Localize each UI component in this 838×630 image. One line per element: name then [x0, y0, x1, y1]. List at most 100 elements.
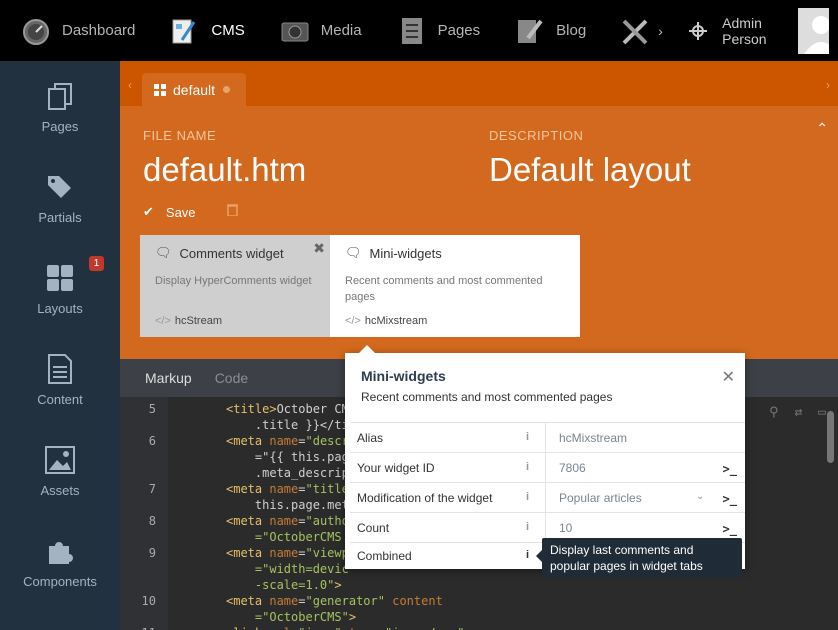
- chevron-down-icon: ⌄: [696, 491, 705, 502]
- tab-code[interactable]: Code: [215, 370, 248, 386]
- components-puzzle-icon: [44, 534, 76, 568]
- property-value: 7806: [559, 461, 586, 475]
- property-label: Count: [357, 521, 390, 535]
- info-icon[interactable]: i: [526, 521, 529, 533]
- sidebar-item-label: Assets: [40, 483, 80, 498]
- code-icon: </>: [155, 315, 171, 327]
- tab-scroll-left[interactable]: ‹: [128, 78, 132, 92]
- user-menu[interactable]: Admin Person: [714, 0, 838, 61]
- comments-icon: 🗨: [345, 245, 362, 260]
- sidebar-item-layouts[interactable]: Layouts 1: [0, 243, 120, 334]
- line-number: 6: [148, 434, 156, 448]
- code-text: <meta name="title: [226, 482, 349, 496]
- code-text: <title>October CM: [226, 402, 349, 416]
- code-text: ="OctoberCMS">: [226, 610, 357, 624]
- save-label: Save: [165, 204, 196, 220]
- nav-more-chevron[interactable]: ›: [658, 23, 676, 39]
- sidebar: Pages Partials Layouts 1 Content Assets …: [0, 61, 120, 630]
- nav-blog[interactable]: Blog: [494, 0, 600, 61]
- nav-settings[interactable]: ›: [600, 0, 682, 61]
- code-text: ="width=devic: [226, 562, 349, 576]
- component-alias-text: hcMixstream: [364, 315, 428, 327]
- sidebar-item-assets[interactable]: Assets: [0, 425, 120, 516]
- tab-default[interactable]: default: [142, 73, 246, 106]
- component-comments-widget[interactable]: 🗨 Comments widget Display HyperComments w…: [140, 235, 330, 337]
- code-text: ="OctoberCMS: [226, 530, 342, 544]
- sidebar-item-label: Content: [37, 392, 83, 407]
- pages-checklist-icon: [396, 15, 428, 47]
- code-text: <link rel="icon" type="image/png": [226, 625, 465, 630]
- sidebar-item-pages[interactable]: Pages: [0, 61, 120, 152]
- code-text: this.page.met: [226, 498, 349, 512]
- sidebar-item-label: Components: [23, 574, 97, 589]
- blog-pencil-icon: [514, 15, 546, 47]
- info-icon[interactable]: i: [526, 549, 529, 561]
- save-button[interactable]: ✔ Save: [143, 204, 196, 220]
- inspector-close-icon[interactable]: ✕: [722, 367, 735, 387]
- line-number: 7: [148, 482, 156, 496]
- component-title: Mini-widgets: [369, 245, 442, 261]
- property-alias: Alias i hcMixstream: [350, 422, 745, 453]
- component-mini-widgets[interactable]: 🗨 Mini-widgets Recent comments and most c…: [330, 235, 580, 337]
- pages-icon: [44, 79, 76, 113]
- property-label: Modification of the widget: [357, 491, 493, 505]
- code-line: 10 <meta name="generator" content: [120, 593, 838, 609]
- file-name-input[interactable]: default.htm: [143, 151, 306, 189]
- line-number: 11: [120, 625, 156, 630]
- alias-input[interactable]: hcMixstream: [545, 423, 745, 453]
- info-icon[interactable]: i: [526, 461, 529, 473]
- terminal-button[interactable]: >_: [723, 462, 737, 476]
- avatar[interactable]: [797, 7, 829, 54]
- comments-icon: 🗨: [155, 245, 172, 260]
- remove-component-close-icon[interactable]: ✖: [313, 240, 325, 257]
- code-text: -scale=1.0">: [226, 578, 342, 592]
- nav-cms[interactable]: CMS: [149, 0, 258, 61]
- nav-dashboard[interactable]: Dashboard: [0, 0, 149, 61]
- partials-tags-icon: [44, 170, 76, 204]
- file-name-label: FILE NAME: [143, 128, 217, 143]
- inspector-subtitle: Recent comments and most commented pages: [361, 390, 613, 404]
- property-label: Combined: [357, 549, 412, 563]
- sidebar-item-label: Partials: [38, 210, 82, 225]
- property-modification: Modification of the widget i Popular art…: [350, 482, 745, 513]
- tab-label: default: [173, 81, 216, 98]
- description-input[interactable]: Default layout: [489, 151, 691, 189]
- property-value: 10: [559, 521, 573, 535]
- terminal-button[interactable]: >_: [723, 522, 737, 536]
- nav-cms-label: CMS: [211, 22, 245, 39]
- delete-trash-icon[interactable]: [227, 203, 238, 219]
- nav-media[interactable]: Media: [259, 0, 376, 61]
- modification-select[interactable]: Popular articles ⌄ >_: [545, 483, 745, 513]
- code-text: .meta_descrip: [226, 466, 349, 480]
- code-text: <meta name="autho: [226, 514, 349, 528]
- property-label: Alias: [357, 431, 384, 445]
- info-icon[interactable]: i: [526, 431, 529, 443]
- widget-id-input[interactable]: 7806 >_: [545, 453, 745, 483]
- code-line: -scale=1.0">: [120, 577, 838, 593]
- collapse-chevron-icon[interactable]: ⌃: [816, 120, 828, 137]
- info-icon[interactable]: i: [526, 491, 529, 503]
- property-value: Popular articles: [559, 491, 642, 505]
- terminal-button[interactable]: >_: [723, 492, 737, 506]
- cms-editor-icon: [169, 15, 201, 47]
- sidebar-item-label: Pages: [41, 119, 79, 134]
- content-document-icon: [44, 352, 76, 386]
- tab-scroll-right[interactable]: ›: [826, 78, 830, 92]
- sidebar-item-label: Layouts: [37, 301, 83, 316]
- layout-form: FILE NAME default.htm DESCRIPTION Defaul…: [120, 106, 838, 359]
- nav-pages[interactable]: Pages: [376, 0, 495, 61]
- nav-preview[interactable]: [682, 0, 714, 61]
- layouts-grid-icon: [44, 261, 76, 295]
- dashboard-gauge-icon: [20, 15, 52, 47]
- sidebar-item-partials[interactable]: Partials: [0, 152, 120, 243]
- sidebar-item-components[interactable]: Components: [0, 516, 120, 607]
- code-icon: </>: [345, 315, 361, 327]
- sidebar-item-content[interactable]: Content: [0, 334, 120, 425]
- component-description: Recent comments and most commented pages: [345, 275, 543, 303]
- property-label: Your widget ID: [357, 461, 435, 475]
- tab-markup[interactable]: Markup: [145, 370, 192, 386]
- component-list: 🗨 Comments widget Display HyperComments w…: [140, 235, 580, 337]
- code-text: <meta name="viewp: [226, 546, 349, 560]
- media-camera-icon: [279, 15, 311, 47]
- code-line: ="OctoberCMS">: [120, 609, 838, 625]
